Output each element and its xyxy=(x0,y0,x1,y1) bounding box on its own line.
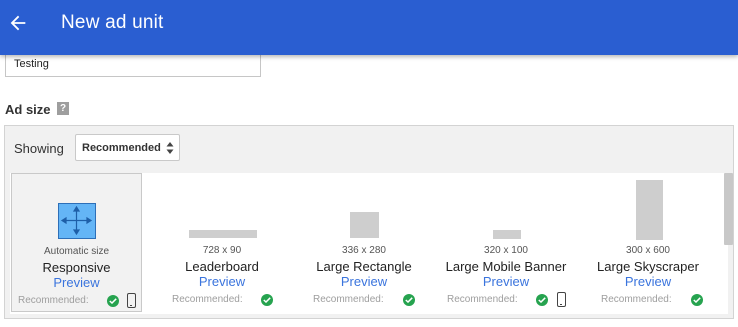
help-icon[interactable]: ? xyxy=(57,102,69,115)
ad-shape-preview xyxy=(350,212,379,238)
ad-size-tile-large-skyscraper[interactable]: 300 x 600 Large Skyscraper Preview Recom… xyxy=(577,173,719,312)
recommended-label: Recommended: xyxy=(447,294,518,305)
ad-size-tile-large-mobile-banner[interactable]: 320 x 100 Large Mobile Banner Preview Re… xyxy=(435,173,577,312)
preview-link[interactable]: Preview xyxy=(151,274,293,289)
page-title: New ad unit xyxy=(61,12,164,33)
mobile-icon xyxy=(127,293,136,308)
recommended-label: Recommended: xyxy=(172,294,243,305)
recommended-row: Recommended: xyxy=(151,292,293,308)
app-bar: New ad unit xyxy=(0,0,738,55)
responsive-icon xyxy=(58,203,96,239)
ad-size-tile-leaderboard[interactable]: 728 x 90 Leaderboard Preview Recommended… xyxy=(151,173,293,312)
recommended-label: Recommended: xyxy=(18,295,89,306)
check-icon xyxy=(536,294,548,306)
tile-name: Responsive xyxy=(42,260,111,275)
preview-link[interactable]: Preview xyxy=(577,274,719,289)
ad-size-tile-large-rectangle[interactable]: 336 x 280 Large Rectangle Preview Recomm… xyxy=(293,173,435,312)
tile-name: Large Mobile Banner xyxy=(445,259,567,274)
check-icon xyxy=(261,294,273,306)
tile-size: Automatic size xyxy=(43,246,110,257)
tile-size: 320 x 100 xyxy=(484,245,528,256)
showing-label: Showing xyxy=(14,141,64,156)
mobile-icon xyxy=(557,292,566,307)
ad-size-gallery: Automatic size Responsive Preview Recomm… xyxy=(10,173,728,314)
recommended-row: Recommended: xyxy=(12,293,141,309)
ad-shape-preview xyxy=(493,230,521,239)
recommended-label: Recommended: xyxy=(313,294,384,305)
recommended-row: Recommended: xyxy=(577,292,719,308)
recommended-label: Recommended: xyxy=(601,294,672,305)
tile-size: 728 x 90 xyxy=(202,245,242,256)
preview-link[interactable]: Preview xyxy=(12,275,141,290)
ad-shape-preview xyxy=(636,180,663,240)
ad-shape-preview xyxy=(189,230,257,238)
ad-size-tile-responsive[interactable]: Automatic size Responsive Preview Recomm… xyxy=(11,173,142,312)
preview-link[interactable]: Preview xyxy=(435,274,577,289)
arrow-back-icon[interactable] xyxy=(7,12,29,34)
recommended-row: Recommended: xyxy=(435,292,577,308)
check-icon xyxy=(403,294,415,306)
select-value: Recommended xyxy=(82,142,161,154)
ad-size-heading: Ad size xyxy=(5,102,51,117)
scrollbar[interactable] xyxy=(724,173,733,245)
tile-size: 300 x 600 xyxy=(626,245,670,256)
tile-name: Large Rectangle xyxy=(316,259,412,274)
tile-size: 336 x 280 xyxy=(342,245,386,256)
check-icon xyxy=(107,295,119,307)
sort-arrows-icon xyxy=(166,142,174,154)
ad-unit-name-input[interactable]: Testing xyxy=(5,53,261,77)
ad-size-panel: Showing Recommended Automatic size Respo… xyxy=(4,125,734,319)
showing-select[interactable]: Recommended xyxy=(75,134,180,161)
tile-name: Leaderboard xyxy=(185,259,259,274)
recommended-row: Recommended: xyxy=(293,292,435,308)
check-icon xyxy=(691,294,703,306)
preview-link[interactable]: Preview xyxy=(293,274,435,289)
tile-name: Large Skyscraper xyxy=(597,259,699,274)
